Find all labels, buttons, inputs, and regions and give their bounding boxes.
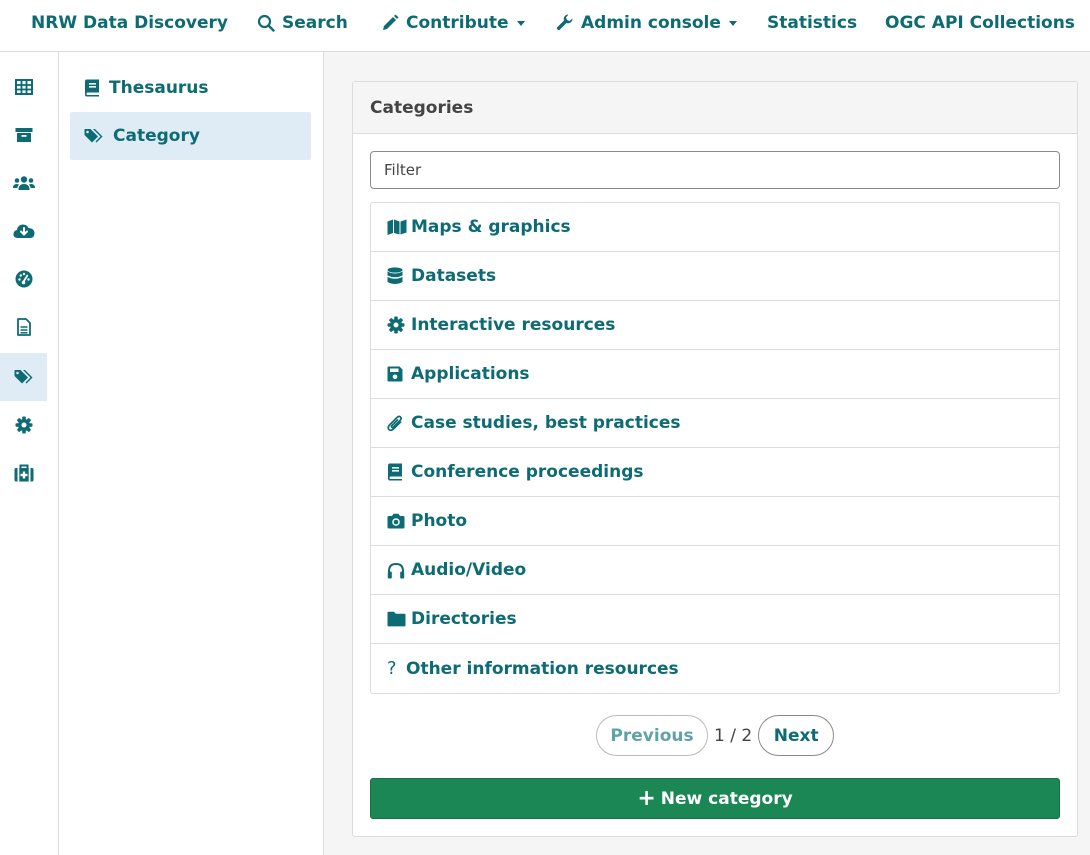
users-icon (12, 176, 35, 190)
nav-statistics[interactable]: Statistics (767, 0, 857, 46)
paperclip-icon (387, 415, 402, 432)
list-item-label: Interactive resources (411, 315, 616, 335)
nav-admin-console[interactable]: Admin console (556, 0, 737, 46)
sidebar-item-dashboard[interactable] (0, 255, 47, 303)
medkit-icon (14, 464, 33, 482)
list-item[interactable]: Audio/Video (371, 546, 1059, 595)
nav-admin-label: Admin console (581, 13, 721, 33)
list-item[interactable]: Conference proceedings (371, 448, 1059, 497)
tags-icon (84, 129, 103, 143)
sidebar-item-harvester[interactable] (0, 207, 47, 255)
categories-panel: Categories Maps & graphics Datasets Inte… (352, 81, 1078, 837)
subnav-label-thesaurus: Thesaurus (109, 78, 209, 98)
filter-input[interactable] (370, 151, 1060, 189)
sidebar-item-users[interactable] (0, 159, 47, 207)
nav-contribute[interactable]: Contribute (381, 0, 525, 46)
cloud-download-icon (12, 224, 34, 238)
sidebar-item-reports[interactable] (0, 303, 47, 351)
next-button[interactable]: Next (758, 715, 835, 756)
list-item[interactable]: Maps & graphics (371, 203, 1059, 252)
icon-sidebar (0, 52, 59, 855)
brand-link[interactable]: NRW Data Discovery (31, 0, 228, 46)
tags-icon (14, 370, 32, 384)
page-indicator: 1 / 2 (714, 725, 753, 746)
next-label: Next (773, 725, 819, 746)
headphones-icon (387, 562, 405, 578)
subnav-item-thesaurus[interactable]: Thesaurus (70, 64, 311, 112)
previous-button: Previous (596, 715, 708, 756)
nav-search[interactable]: Search (257, 0, 348, 46)
list-item-label: Conference proceedings (411, 462, 644, 482)
plus-icon: + (637, 785, 656, 811)
list-item-label: Audio/Video (411, 560, 527, 580)
list-item[interactable]: Photo (371, 497, 1059, 546)
subnav-item-category[interactable]: Category (70, 112, 311, 160)
book-icon (388, 463, 402, 481)
list-item-label: Other information resources (406, 658, 679, 679)
nav-contribute-label: Contribute (406, 13, 509, 33)
list-item-label: Maps & graphics (411, 217, 571, 237)
nav-search-label: Search (282, 13, 348, 33)
list-item[interactable]: Datasets (371, 252, 1059, 301)
file-icon (16, 318, 31, 336)
new-category-label: New category (660, 788, 793, 809)
list-item[interactable]: Applications (371, 350, 1059, 399)
brand-label: NRW Data Discovery (31, 13, 228, 33)
list-item-label: Photo (411, 511, 468, 531)
table-icon (14, 79, 33, 95)
database-icon (387, 267, 403, 284)
list-item-label: Applications (411, 364, 530, 384)
gear-icon (15, 416, 32, 434)
archive-icon (15, 128, 32, 142)
floppy-icon (387, 366, 403, 382)
nav-ogc-collections[interactable]: OGC API Collections (885, 0, 1075, 46)
list-item-label: Directories (411, 609, 517, 629)
pagination: Previous 1 / 2 Next (596, 715, 835, 756)
sidebar-item-table[interactable] (0, 63, 47, 111)
sidebar-item-archive[interactable] (0, 111, 47, 159)
gear-icon (387, 316, 405, 334)
new-category-button[interactable]: + New category (370, 778, 1060, 819)
camera-icon (387, 513, 405, 529)
nav-ogc-label: OGC API Collections (885, 13, 1075, 33)
search-icon (257, 14, 275, 32)
book-icon (85, 79, 99, 97)
previous-label: Previous (610, 725, 694, 746)
nav-statistics-label: Statistics (767, 13, 858, 33)
top-navbar: NRW Data Discovery Search Contribute Adm… (0, 0, 1090, 52)
list-item[interactable]: Case studies, best practices (371, 399, 1059, 448)
subnav-label-category: Category (113, 126, 200, 146)
list-item[interactable]: Interactive resources (371, 301, 1059, 350)
sidebar-item-tools[interactable] (0, 449, 47, 497)
panel-header: Categories (353, 82, 1077, 134)
sidebar-item-settings[interactable] (0, 401, 47, 449)
dashboard-icon (15, 270, 32, 288)
sidebar-item-classification[interactable] (0, 353, 47, 401)
category-list: Maps & graphics Datasets Interactive res… (370, 202, 1060, 694)
list-item[interactable]: Directories (371, 595, 1059, 644)
chevron-down-icon (516, 20, 525, 26)
folder-icon (387, 611, 406, 627)
list-item-label: Case studies, best practices (411, 413, 681, 433)
question-icon: ? (387, 658, 397, 679)
wrench-icon (556, 14, 573, 31)
chevron-down-icon (728, 20, 737, 26)
list-item[interactable]: ? Other information resources (371, 644, 1059, 693)
panel-title: Categories (370, 97, 474, 118)
map-icon (387, 219, 407, 235)
classification-subnav: Thesaurus Category (59, 52, 324, 855)
list-item-label: Datasets (411, 266, 497, 286)
pencil-icon (383, 14, 399, 30)
